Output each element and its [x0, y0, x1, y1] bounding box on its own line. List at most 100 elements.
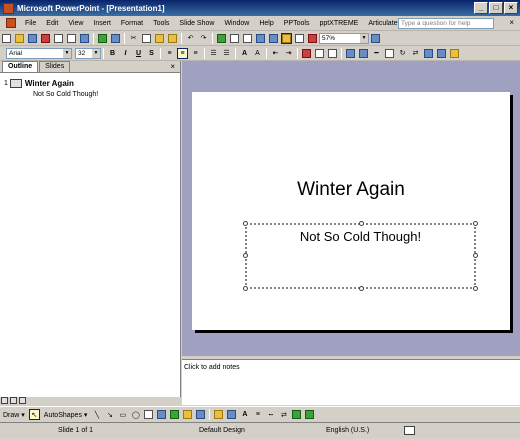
menu-format[interactable]: Format — [116, 20, 148, 27]
tab-slides[interactable]: Slides — [39, 61, 71, 72]
outline-slide-row[interactable]: 1 Winter Again — [4, 79, 180, 88]
open-icon[interactable] — [14, 33, 25, 44]
font-color-icon[interactable] — [301, 48, 312, 59]
menu-view[interactable]: View — [63, 20, 88, 27]
show-formatting-icon[interactable] — [281, 32, 292, 44]
print-preview-icon[interactable] — [79, 33, 90, 44]
tables-borders-icon[interactable] — [242, 33, 253, 44]
powerpoint-app-icon[interactable] — [3, 2, 14, 14]
draw-menu-button[interactable]: Draw ▾ — [0, 411, 28, 419]
diagram-icon[interactable] — [169, 409, 180, 420]
status-design[interactable]: Default Design — [199, 427, 245, 434]
select-objects-icon[interactable]: ↖ — [28, 409, 40, 420]
menu-file[interactable]: File — [20, 20, 41, 27]
insert-hyperlink-icon[interactable] — [255, 33, 266, 44]
align-right-icon[interactable]: ≡ — [190, 48, 201, 59]
numbering-icon[interactable]: ☰ — [208, 48, 219, 59]
minimize-button[interactable]: _ — [474, 2, 488, 14]
expand-all-icon[interactable] — [268, 33, 279, 44]
normal-view-icon[interactable] — [1, 397, 8, 404]
rectangle-icon[interactable]: ▭ — [117, 409, 128, 420]
menu-pptools[interactable]: PPTools — [279, 20, 315, 27]
crop-icon[interactable] — [384, 48, 395, 59]
menu-tools[interactable]: Tools — [148, 20, 174, 27]
color-grayscale-icon[interactable] — [307, 33, 318, 44]
italic-icon[interactable]: I — [120, 48, 131, 59]
slide-subtitle[interactable]: Not So Cold Though! — [247, 229, 474, 244]
outline-content[interactable]: 1 Winter Again Not So Cold Though! — [0, 73, 180, 98]
shadow-icon[interactable]: S — [146, 48, 157, 59]
permission-icon[interactable] — [40, 33, 51, 44]
distribute-icon[interactable] — [423, 48, 434, 59]
decrease-indent-icon[interactable]: ⇤ — [270, 48, 281, 59]
email-icon[interactable] — [53, 33, 64, 44]
slide-canvas[interactable]: Winter Again Not So Cold Though! — [192, 92, 510, 330]
slide-show-view-icon[interactable] — [19, 397, 26, 404]
menu-window[interactable]: Window — [219, 20, 254, 27]
font-size-select[interactable]: 32 ▼ — [75, 47, 101, 59]
undo-icon[interactable]: ↶ — [185, 33, 196, 44]
arrow-style-icon[interactable]: ⇄ — [278, 409, 289, 420]
font-name-select[interactable]: Arial ▼ — [6, 47, 72, 59]
research-icon[interactable] — [110, 33, 121, 44]
menu-insert[interactable]: Insert — [88, 20, 116, 27]
autoshapes-menu-button[interactable]: AutoShapes ▾ — [41, 411, 91, 419]
shadow-style-icon[interactable] — [291, 409, 302, 420]
document-close-icon[interactable]: × — [509, 18, 514, 27]
tab-outline[interactable]: Outline — [2, 61, 39, 72]
bold-icon[interactable]: B — [107, 48, 118, 59]
status-language[interactable]: English (U.S.) — [326, 427, 369, 434]
notes-pane[interactable]: Click to add notes — [182, 359, 520, 405]
font-color-draw-icon[interactable]: A — [239, 409, 250, 420]
resize-handle[interactable] — [243, 253, 248, 258]
resize-handle[interactable] — [473, 286, 478, 291]
increase-font-icon[interactable]: A — [239, 48, 250, 59]
outline-slide-title[interactable]: Winter Again — [25, 79, 74, 88]
line-icon[interactable]: ╲ — [91, 409, 102, 420]
slide-sorter-view-icon[interactable] — [10, 397, 17, 404]
clip-art-icon[interactable] — [182, 409, 193, 420]
print-icon[interactable] — [66, 33, 77, 44]
slide-title[interactable]: Winter Again — [192, 179, 510, 201]
arrange-icon[interactable] — [345, 48, 356, 59]
menu-pptxtreme[interactable]: pptXTREME — [314, 20, 363, 27]
document-icon[interactable] — [6, 18, 16, 28]
new-slide-icon[interactable] — [327, 48, 338, 59]
redo-icon[interactable]: ↷ — [198, 33, 209, 44]
increase-indent-icon[interactable]: ⇥ — [283, 48, 294, 59]
paste-icon[interactable] — [154, 33, 165, 44]
help-search-input[interactable]: Type a question for help — [398, 18, 494, 29]
help-icon[interactable] — [370, 33, 381, 44]
decrease-font-icon[interactable]: A — [252, 48, 263, 59]
align-left-icon[interactable]: ≡ — [164, 48, 175, 59]
oval-icon[interactable]: ◯ — [130, 409, 141, 420]
wordart-icon[interactable] — [156, 409, 167, 420]
menu-help[interactable]: Help — [254, 20, 278, 27]
line-color-icon[interactable] — [226, 409, 237, 420]
resize-handle[interactable] — [473, 253, 478, 258]
zoom-select[interactable]: 57% ▼ — [319, 32, 369, 44]
close-button[interactable]: × — [504, 2, 518, 14]
insert-table-icon[interactable] — [229, 33, 240, 44]
subtitle-placeholder[interactable]: Not So Cold Though! — [243, 221, 478, 291]
maximize-button[interactable]: □ — [489, 2, 503, 14]
arrow-icon[interactable]: ↘ — [104, 409, 115, 420]
new-icon[interactable] — [1, 33, 12, 44]
show-grid-icon[interactable] — [294, 33, 305, 44]
resize-handle[interactable] — [359, 286, 364, 291]
flip-icon[interactable]: ⇄ — [410, 48, 421, 59]
underline-icon[interactable]: U — [133, 48, 144, 59]
design-icon[interactable] — [314, 48, 325, 59]
menu-edit[interactable]: Edit — [41, 20, 63, 27]
resize-handle[interactable] — [243, 286, 248, 291]
outline-slide-subtitle[interactable]: Not So Cold Though! — [33, 91, 180, 98]
rotate-icon[interactable]: ↻ — [397, 48, 408, 59]
align-objects-icon[interactable] — [436, 48, 447, 59]
text-box-icon[interactable] — [143, 409, 154, 420]
align-center-icon[interactable]: ≡ — [177, 47, 188, 59]
spelling-status-icon[interactable] — [404, 426, 415, 435]
save-icon[interactable] — [27, 33, 38, 44]
order-icon[interactable] — [449, 48, 460, 59]
line-style-icon[interactable]: ━ — [371, 48, 382, 59]
fill-color-icon[interactable] — [213, 409, 224, 420]
